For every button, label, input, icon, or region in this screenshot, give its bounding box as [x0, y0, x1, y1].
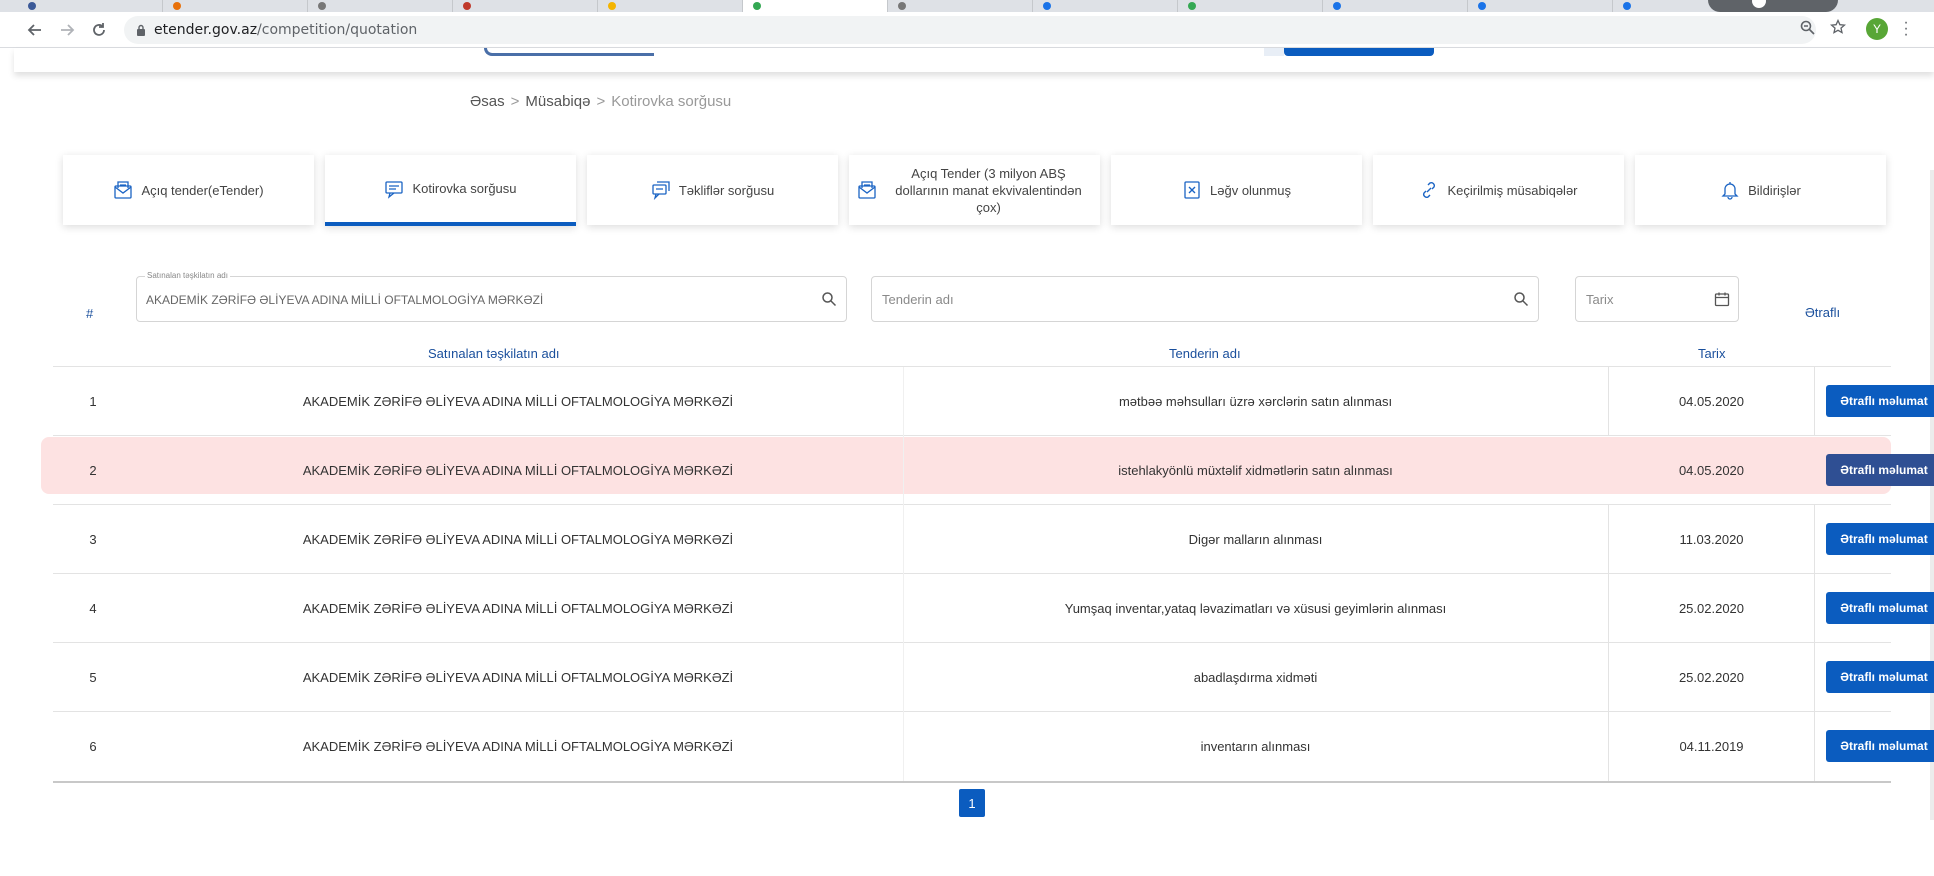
menu-icon[interactable]: · · · [1903, 15, 1909, 43]
tab-completed[interactable]: Keçirilmiş müsabiqələr [1373, 155, 1624, 225]
browser-tab[interactable] [598, 0, 743, 12]
row-date: 25.02.2020 [1608, 574, 1815, 643]
browser-tab[interactable] [1178, 0, 1323, 12]
row-tender-name: Digər malların alınması [903, 505, 1608, 574]
row-number: 6 [89, 739, 97, 754]
tab-notifications[interactable]: Bildirişlər [1635, 155, 1886, 225]
row-date: 04.11.2019 [1608, 712, 1815, 781]
browser-tab-active[interactable] [743, 0, 888, 12]
tab-quotation[interactable]: Kotirovka sorğusu [325, 155, 576, 226]
tender-name-column-header: Tenderin adı [1169, 346, 1241, 361]
row-organization: AKADEMİK ZƏRİFƏ ƏLİYEVA ADINA MİLLİ OFTA… [302, 670, 734, 685]
message-icon [385, 180, 404, 199]
tab-cancelled[interactable]: Ləğv olunmuş [1111, 155, 1362, 225]
tab-open-tender[interactable]: Açıq tender(eTender) [63, 155, 314, 225]
calendar-icon[interactable] [1714, 291, 1730, 307]
details-button[interactable]: Ətraflı məlumat [1826, 592, 1934, 624]
scrollbar-track[interactable] [1930, 170, 1934, 820]
row-number: 5 [89, 670, 97, 685]
site-header [14, 48, 1934, 72]
browser-tab[interactable] [18, 0, 163, 12]
details-button[interactable]: Ətraflı məlumat [1826, 385, 1934, 417]
row-organization: AKADEMİK ZƏRİFƏ ƏLİYEVA ADINA MİLLİ OFTA… [302, 601, 734, 616]
zoom-icon[interactable] [1797, 17, 1817, 37]
row-organization: AKADEMİK ZƏRİFƏ ƏLİYEVA ADINA MİLLİ OFTA… [302, 463, 734, 478]
pagination-page-1[interactable]: 1 [959, 789, 985, 817]
browser-toolbar: etender.gov.az/competition/quotation Y ·… [0, 12, 1934, 48]
profile-menu-blob [1708, 0, 1838, 12]
star-icon[interactable] [1828, 17, 1848, 37]
browser-tab[interactable] [163, 0, 308, 12]
address-bar[interactable]: etender.gov.az/competition/quotation [124, 16, 1816, 44]
row-date: 25.02.2020 [1608, 643, 1815, 712]
table-body: 1 AKADEMİK ZƏRİFƏ ƏLİYEVA ADINA MİLLİ OF… [41, 366, 1934, 783]
breadcrumb-section[interactable]: Müsabiqə [525, 93, 590, 110]
filter-row: # Satınalan təşkilatın adı AKADEMİK ZƏRİ… [53, 270, 1891, 340]
browser-tab[interactable] [888, 0, 1033, 12]
row-organization: AKADEMİK ZƏRİFƏ ƏLİYEVA ADINA MİLLİ OFTA… [302, 532, 734, 547]
category-tabs: Açıq tender(eTender) Kotirovka sorğusu T… [63, 155, 1886, 228]
breadcrumb: Əsas > Müsabiqə > Kotirovka sorğusu [470, 93, 732, 110]
browser-tab-strip [0, 0, 1934, 12]
forward-icon[interactable] [56, 19, 78, 41]
index-column-header: # [86, 306, 94, 321]
row-number: 3 [89, 532, 97, 547]
row-tender-name: abadlaşdırma xidməti [903, 643, 1608, 712]
details-button[interactable]: Ətraflı məlumat [1826, 454, 1934, 486]
details-button[interactable]: Ətraflı məlumat [1826, 661, 1934, 693]
link-icon [1423, 182, 1436, 198]
details-button[interactable]: Ətraflı məlumat [1826, 523, 1934, 555]
details-button[interactable]: Ətraflı məlumat [1826, 730, 1934, 762]
search-icon[interactable] [1513, 291, 1529, 307]
browser-tab[interactable] [1323, 0, 1468, 12]
table-row: 6 AKADEMİK ZƏRİFƏ ƏLİYEVA ADINA MİLLİ OF… [53, 712, 1934, 781]
organization-filter[interactable]: Satınalan təşkilatın adı AKADEMİK ZƏRİFƏ… [136, 271, 847, 322]
envelope-icon [114, 181, 133, 199]
browser-tab[interactable] [308, 0, 453, 12]
back-icon[interactable] [24, 19, 46, 41]
header-button[interactable] [1264, 48, 1434, 56]
row-date: 04.05.2020 [1678, 463, 1745, 478]
row-tender-name: mətbəə məhsulları üzrə xərclərin satın a… [903, 367, 1608, 436]
row-date: 04.05.2020 [1608, 367, 1815, 436]
chat-icon [652, 181, 670, 200]
org-column-header: Satınalan təşkilatın adı [428, 346, 560, 361]
date-column-header: Tarix [1698, 346, 1726, 361]
row-number: 2 [89, 463, 97, 478]
tab-open-tender-large[interactable]: Açıq Tender (3 milyon ABŞ dollarının man… [849, 155, 1100, 225]
table-row: 5 AKADEMİK ZƏRİFƏ ƏLİYEVA ADINA MİLLİ OF… [53, 643, 1934, 712]
reload-icon[interactable] [88, 19, 110, 41]
breadcrumb-current: Kotirovka sorğusu [611, 93, 732, 110]
browser-tab[interactable] [1033, 0, 1178, 12]
address-url: etender.gov.az/competition/quotation [154, 22, 418, 38]
table-row: 1 AKADEMİK ZƏRİFƏ ƏLİYEVA ADINA MİLLİ OF… [53, 367, 1934, 436]
row-number: 1 [89, 394, 97, 409]
cancel-icon [1184, 181, 1200, 199]
row-tender-name: inventarın alınması [903, 712, 1608, 781]
avatar[interactable]: Y [1866, 18, 1888, 40]
breadcrumb-home[interactable]: Əsas [470, 93, 505, 110]
search-icon[interactable] [821, 291, 837, 307]
row-number: 4 [89, 601, 97, 616]
bell-icon [1721, 182, 1739, 200]
tab-proposals[interactable]: Təkliflər sorğusu [587, 155, 838, 225]
browser-tab[interactable] [1468, 0, 1613, 12]
row-organization: AKADEMİK ZƏRİFƏ ƏLİYEVA ADINA MİLLİ OFTA… [302, 739, 734, 754]
table-row: 4 AKADEMİK ZƏRİFƏ ƏLİYEVA ADINA MİLLİ OF… [53, 574, 1934, 643]
lock-icon [137, 24, 145, 36]
row-organization: AKADEMİK ZƏRİFƏ ƏLİYEVA ADINA MİLLİ OFTA… [302, 394, 734, 409]
tender-name-filter[interactable]: Tenderin adı [871, 276, 1539, 322]
browser-tab[interactable] [453, 0, 598, 12]
row-date: 11.03.2020 [1608, 505, 1815, 574]
table-row-highlighted: 2 AKADEMİK ZƏRİFƏ ƏLİYEVA ADINA MİLLİ OF… [41, 436, 1934, 505]
row-tender-name: istehlakyönlü müxtəlif xidmətlərin satın… [903, 436, 1608, 505]
row-tender-name: Yumşaq inventar,yataq ləvazimatları və x… [903, 574, 1608, 643]
details-column-header: Ətraflı [1805, 305, 1841, 320]
table-row: 3 AKADEMİK ZƏRİFƏ ƏLİYEVA ADINA MİLLİ OF… [53, 505, 1934, 574]
envelope-icon [858, 181, 876, 199]
date-filter[interactable]: Tarix [1575, 276, 1739, 322]
site-logo[interactable] [484, 48, 654, 56]
